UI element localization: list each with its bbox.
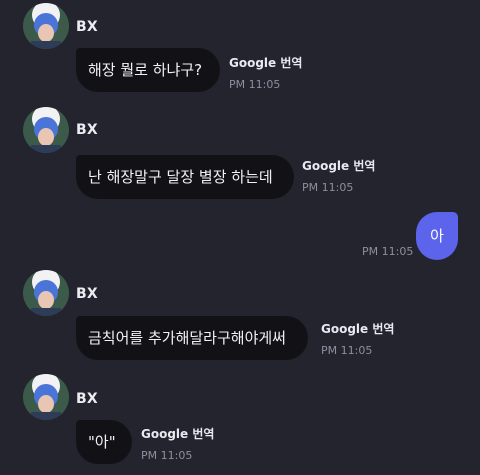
message-bubble[interactable]: "아" [76, 420, 132, 464]
sender-name: BX [76, 19, 98, 35]
message-timestamp: PM 11:05 [229, 78, 281, 91]
message-timestamp: PM 11:05 [302, 181, 354, 194]
message-meta: Google 번역 PM 11:05 [229, 54, 302, 91]
message-bubble[interactable]: 해장 뭘로 하냐구? [76, 48, 220, 92]
sender-name: BX [76, 391, 98, 407]
sender-name: BX [76, 122, 98, 138]
sender-avatar[interactable] [23, 3, 69, 49]
sender-name: BX [76, 286, 98, 302]
message-timestamp: PM 11:05 [141, 449, 193, 462]
sender-avatar[interactable] [23, 107, 69, 153]
sender-avatar[interactable] [23, 270, 69, 316]
my-message-bubble[interactable]: 아 [416, 212, 458, 260]
message-bubble[interactable]: 금칙어를 추가해달라구해야게써 [76, 316, 308, 360]
sender-avatar[interactable] [23, 374, 69, 420]
google-translate-link[interactable]: Google 번역 [141, 425, 214, 442]
my-message-timestamp: PM 11:05 [362, 245, 414, 258]
message-timestamp: PM 11:05 [321, 344, 373, 357]
message-meta: Google 번역 PM 11:05 [302, 157, 375, 194]
message-bubble[interactable]: 난 해장말구 달장 별장 하는데 [76, 155, 294, 199]
google-translate-link[interactable]: Google 번역 [229, 54, 302, 71]
google-translate-link[interactable]: Google 번역 [321, 320, 394, 337]
message-meta: Google 번역 PM 11:05 [141, 425, 214, 462]
google-translate-link[interactable]: Google 번역 [302, 157, 375, 174]
message-meta: Google 번역 PM 11:05 [321, 320, 394, 357]
